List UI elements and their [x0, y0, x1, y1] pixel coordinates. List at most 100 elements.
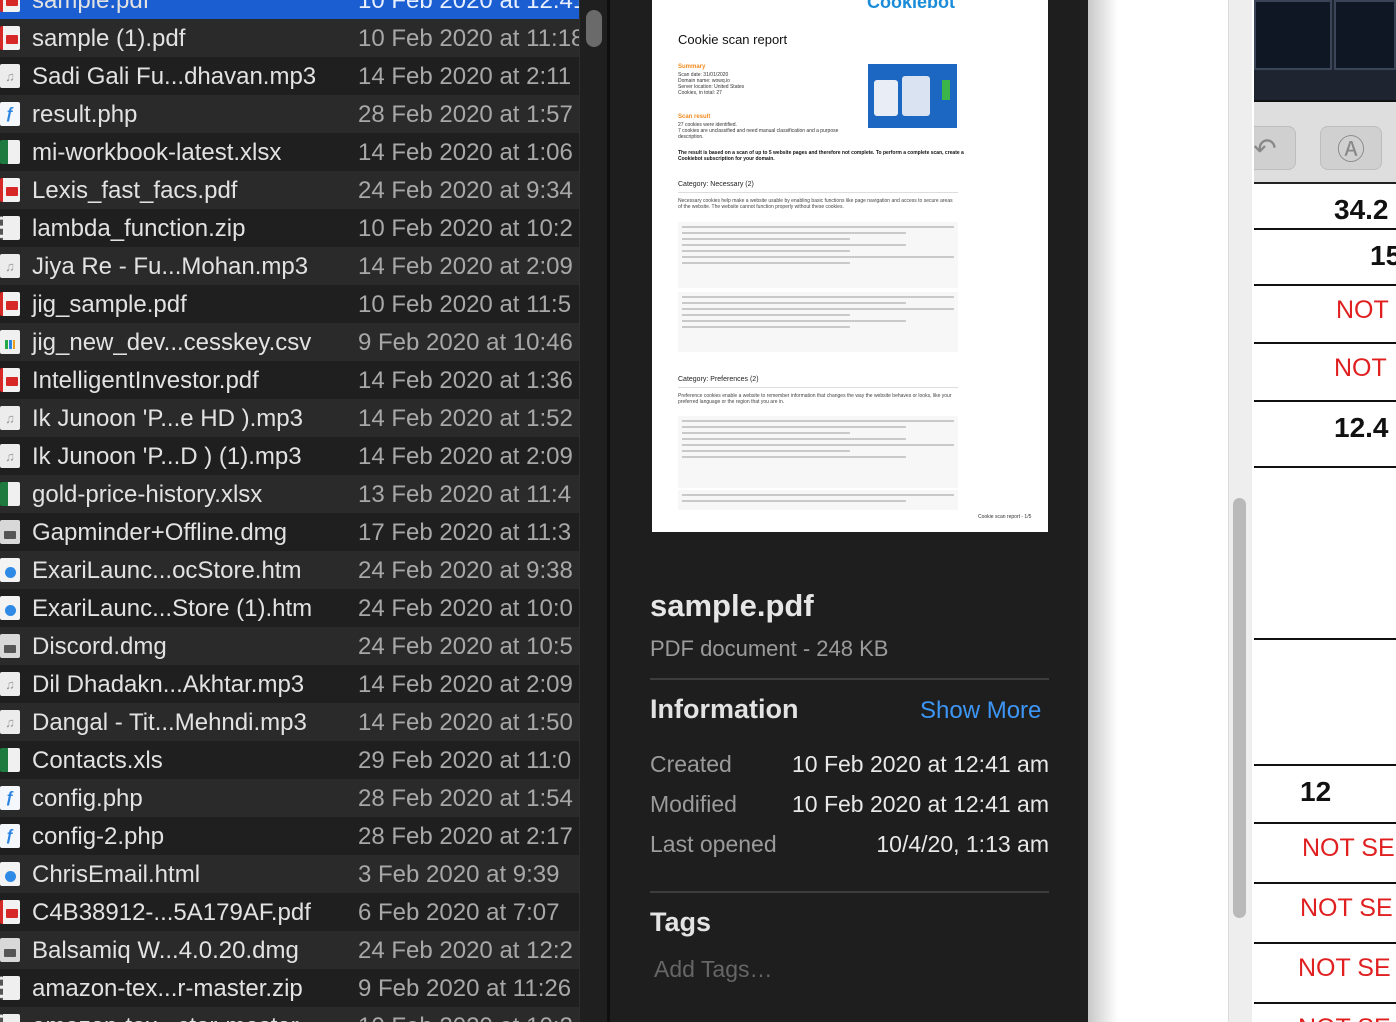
rotate-icon[interactable]: ↶ [1254, 126, 1296, 170]
file-date: 24 Feb 2020 at 9:34 [358, 177, 573, 204]
file-row[interactable]: Balsamiq W...4.0.20.dmg 24 Feb 2020 at 12… [0, 931, 579, 969]
file-row[interactable]: config-2.php 28 Feb 2020 at 2:17 [0, 817, 579, 855]
file-date: 24 Feb 2020 at 12:2 [358, 937, 573, 964]
file-row[interactable]: Sadi Gali Fu...dhavan.mp3 14 Feb 2020 at … [0, 57, 579, 95]
file-row[interactable]: jig_new_dev...cesskey.csv 9 Feb 2020 at 1… [0, 323, 579, 361]
file-row[interactable]: Discord.dmg 24 Feb 2020 at 10:5 [0, 627, 579, 665]
zip-file-icon [0, 976, 20, 1000]
cell-value: 34.2 [1334, 194, 1389, 225]
mp3-file-icon [0, 406, 20, 430]
file-date: 29 Feb 2020 at 11:0 [358, 747, 572, 774]
pdf-file-icon [0, 368, 20, 392]
show-more-button[interactable]: Show More [920, 697, 1041, 725]
spreadsheet-header [1254, 0, 1396, 100]
file-row[interactable]: Dangal - Tit...Mehndi.mp3 14 Feb 2020 at … [0, 703, 579, 741]
file-date: 17 Feb 2020 at 11:3 [358, 519, 572, 546]
mp3-file-icon [0, 672, 20, 696]
file-date: 3 Feb 2020 at 9:39 [358, 861, 560, 888]
thumbnail-necessary-text: Necessary cookies help make a website us… [678, 198, 953, 210]
file-date: 10 Feb 2020 at 11:18 [358, 25, 579, 52]
thumbnail-scan-lines: 27 cookies were identified. 7 cookies ar… [678, 122, 858, 140]
file-name: sample (1).pdf [32, 25, 186, 52]
file-row[interactable]: jig_sample.pdf 10 Feb 2020 at 11:5 [0, 285, 579, 323]
file-date: 24 Feb 2020 at 9:38 [358, 557, 573, 584]
file-name: config.php [32, 785, 143, 812]
file-date: 14 Feb 2020 at 1:50 [358, 709, 573, 736]
file-name: C4B38912-...5A179AF.pdf [32, 899, 311, 926]
file-date: 14 Feb 2020 at 2:11 [358, 63, 572, 90]
info-value-last-opened: 10/4/20, 1:13 am [876, 831, 1049, 857]
file-name: ChrisEmail.html [32, 861, 201, 888]
file-row[interactable]: Ik Junoon 'P...D ) (1).mp3 14 Feb 2020 at… [0, 437, 579, 475]
file-row[interactable]: sample (1).pdf 10 Feb 2020 at 11:18 [0, 19, 579, 57]
file-date: 6 Feb 2020 at 7:07 [358, 899, 560, 926]
thumbnail-screenshot-image [868, 64, 957, 128]
pdf-file-icon [0, 26, 20, 50]
xlsx-file-icon [0, 140, 20, 164]
thumbnail-category-preferences: Category: Preferences (2) [678, 376, 759, 383]
document-scroll-thumb[interactable] [1233, 498, 1246, 918]
markup-pen-icon[interactable]: Ⓐ [1320, 126, 1382, 170]
header-panel [1254, 0, 1332, 70]
file-date: 14 Feb 2020 at 2:09 [358, 671, 573, 698]
file-row[interactable]: result.php 28 Feb 2020 at 1:57 [0, 95, 579, 133]
thumbnail-summary-heading: Summary [678, 64, 706, 70]
file-row[interactable]: Ik Junoon 'P...e HD ).mp3 14 Feb 2020 at … [0, 399, 579, 437]
file-row[interactable]: ExariLaunc...ocStore.htm 24 Feb 2020 at 9… [0, 551, 579, 589]
file-date: 10 Feb 2020 at 12:41 [358, 0, 579, 14]
file-row[interactable]: amazon-tex...r-master.zip 9 Feb 2020 at 1… [0, 969, 579, 1007]
cell-value: 12.4 [1334, 412, 1389, 443]
file-row[interactable]: Jiya Re - Fu...Mohan.mp3 14 Feb 2020 at 2… [0, 247, 579, 285]
file-row[interactable]: C4B38912-...5A179AF.pdf 6 Feb 2020 at 7:0… [0, 893, 579, 931]
info-value-created: 10 Feb 2020 at 12:41 am [791, 751, 1049, 777]
file-row[interactable]: ChrisEmail.html 3 Feb 2020 at 9:39 [0, 855, 579, 893]
file-row[interactable]: Dil Dhadakn...Akhtar.mp3 14 Feb 2020 at 2… [0, 665, 579, 703]
cell-value: NOT SE [1300, 894, 1393, 922]
info-label-created: Created [650, 751, 732, 777]
file-name: gold-price-history.xlsx [32, 481, 263, 508]
file-row[interactable]: IntelligentInvestor.pdf 14 Feb 2020 at 1:… [0, 361, 579, 399]
scan-line: 7 cookies are unclassified and need manu… [678, 128, 839, 140]
file-row[interactable]: sample.pdf 10 Feb 2020 at 12:41 [0, 0, 579, 19]
file-date: 14 Feb 2020 at 1:36 [358, 367, 573, 394]
file-row[interactable]: config.php 28 Feb 2020 at 1:54 [0, 779, 579, 817]
file-row[interactable]: gold-price-history.xlsx 13 Feb 2020 at 11… [0, 475, 579, 513]
file-date: 28 Feb 2020 at 1:57 [358, 101, 573, 128]
file-row[interactable]: Contacts.xls 29 Feb 2020 at 11:0 [0, 741, 579, 779]
spreadsheet-cell: 12 [1254, 766, 1396, 824]
php-file-icon [0, 786, 20, 810]
file-row[interactable]: mi-workbook-latest.xlsx 14 Feb 2020 at 1:… [0, 133, 579, 171]
cell-value: NOT SE [1298, 1014, 1391, 1022]
file-name: Gapminder+Offline.dmg [32, 519, 288, 546]
thumbnail-logo: Cookiebot [867, 0, 955, 12]
file-row[interactable]: Gapminder+Offline.dmg 17 Feb 2020 at 11:3 [0, 513, 579, 551]
mp3-file-icon [0, 64, 20, 88]
file-list[interactable]: sample.pdf 10 Feb 2020 at 12:41 sample (1)… [0, 0, 579, 1022]
pdf-file-icon [0, 292, 20, 316]
file-row[interactable]: ExariLaunc...Store (1).htm 24 Feb 2020 at… [0, 589, 579, 627]
xlsx-file-icon [0, 482, 20, 506]
dmg-file-icon [0, 520, 20, 544]
file-list-scroll-thumb[interactable] [586, 10, 602, 47]
xlsx-file-icon [0, 748, 20, 772]
tags-heading: Tags [650, 907, 712, 937]
spreadsheet-cell: NOT SE [1254, 944, 1396, 1004]
pdf-thumbnail[interactable]: Cookiebot Cookie scan report Summary Sca… [652, 0, 1048, 532]
preview-file-kind-size: PDF document - 248 KB [650, 636, 889, 661]
zip-file-icon [0, 1014, 20, 1022]
mp3-file-icon [0, 254, 20, 278]
file-row[interactable]: amazon-tex...ctor-master 10 Feb 2020 at 1… [0, 1007, 579, 1022]
spreadsheet-toolbar: ↶ Ⓐ [1254, 100, 1396, 184]
info-label-last-opened: Last opened [650, 831, 777, 857]
spreadsheet-cell: NOT SE [1254, 824, 1396, 884]
spreadsheet-cell: 15 [1254, 230, 1396, 286]
thumbnail-title: Cookie scan report [678, 32, 788, 47]
file-row[interactable]: lambda_function.zip 10 Feb 2020 at 10:2 [0, 209, 579, 247]
file-date: 24 Feb 2020 at 10:0 [358, 595, 573, 622]
file-name: Ik Junoon 'P...e HD ).mp3 [32, 405, 303, 432]
add-tags-field[interactable]: Add Tags… [654, 956, 772, 983]
php-file-icon [0, 102, 20, 126]
zip-file-icon [0, 216, 20, 240]
file-row[interactable]: Lexis_fast_facs.pdf 24 Feb 2020 at 9:34 [0, 171, 579, 209]
file-list-scrollbar[interactable] [579, 0, 607, 1022]
